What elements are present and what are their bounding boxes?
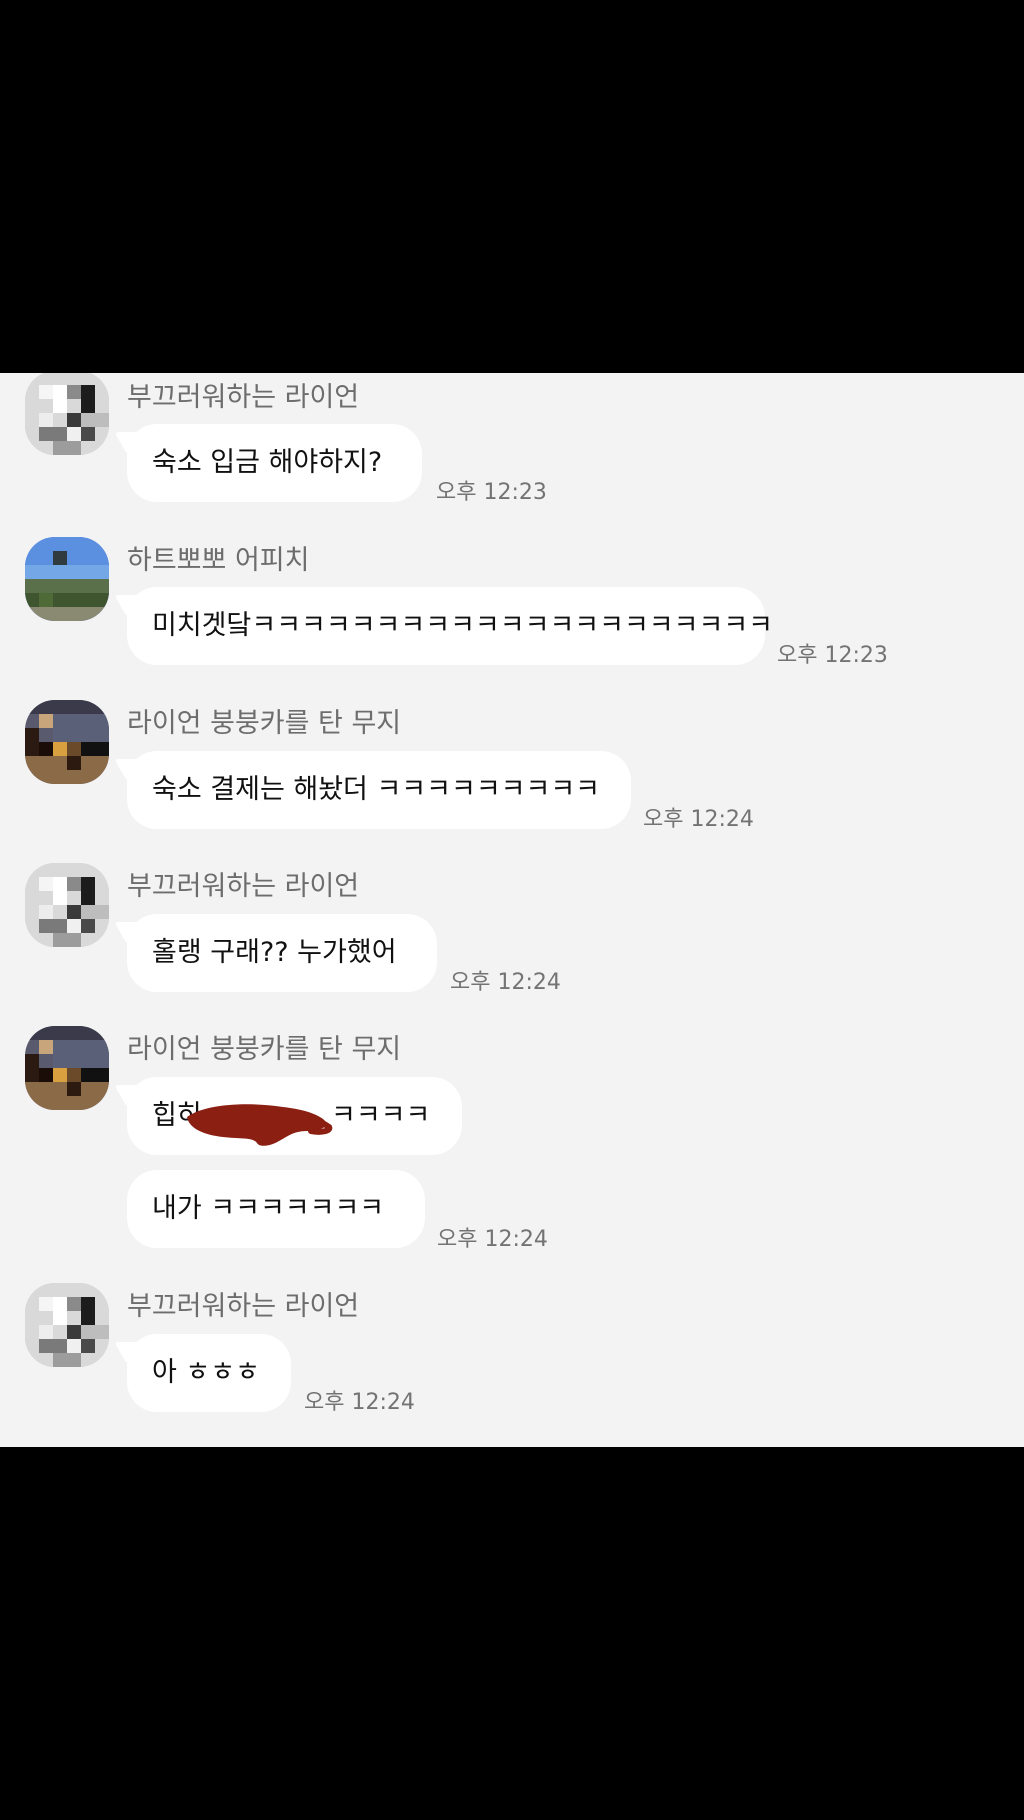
message-time: 오후 12:24 (450, 970, 561, 995)
message-text-end: ㅋㅋㅋㅋ (331, 1100, 431, 1131)
sender-name: 부끄러워하는 라이언 (127, 871, 360, 902)
message-bubble[interactable]: 아 ㅎㅎㅎ (127, 1334, 291, 1412)
sender-name: 라이언 붕붕카를 탄 무지 (127, 708, 402, 739)
message-bubble[interactable]: 홀랭 구래?? 누가했어 (127, 914, 437, 992)
avatar[interactable] (25, 863, 109, 947)
chat-room[interactable]: 부끄러워하는 라이언 숙소 입금 해야하지? 오후 12:23 하트뽀뽀 어피치… (0, 373, 1024, 1447)
message-bubble[interactable]: 미치겟닼ㅋㅋㅋㅋㅋㅋㅋㅋㅋㅋㅋㅋㅋㅋㅋㅋㅋㅋㅋㅋㅋ (127, 587, 773, 665)
sender-name: 라이언 붕붕카를 탄 무지 (127, 1034, 402, 1065)
sender-name: 하트뽀뽀 어피치 (127, 545, 310, 576)
message-bubble[interactable]: 내가 ㅋㅋㅋㅋㅋㅋㅋ (127, 1170, 425, 1248)
message-time: 오후 12:24 (643, 807, 754, 832)
avatar[interactable] (25, 1283, 109, 1367)
message-bubble[interactable]: 숙소 결제는 해놨더 ㅋㅋㅋㅋㅋㅋㅋㅋㅋ (127, 751, 631, 829)
avatar[interactable] (25, 700, 109, 784)
message-bubble[interactable]: 숙소 입금 해야하지? (127, 424, 422, 502)
letterbox-bottom (0, 1447, 1024, 1820)
sender-name: 부끄러워하는 라이언 (127, 1291, 360, 1322)
message-time: 오후 12:23 (436, 480, 547, 505)
sender-name: 부끄러워하는 라이언 (127, 382, 360, 413)
avatar[interactable] (25, 537, 109, 621)
redaction-scribble (187, 1104, 333, 1146)
avatar[interactable] (25, 373, 109, 455)
message-time: 오후 12:24 (437, 1227, 548, 1252)
message-time: 오후 12:23 (777, 643, 888, 668)
letterbox-top (0, 0, 1024, 373)
message-time: 오후 12:24 (304, 1390, 415, 1415)
avatar[interactable] (25, 1026, 109, 1110)
